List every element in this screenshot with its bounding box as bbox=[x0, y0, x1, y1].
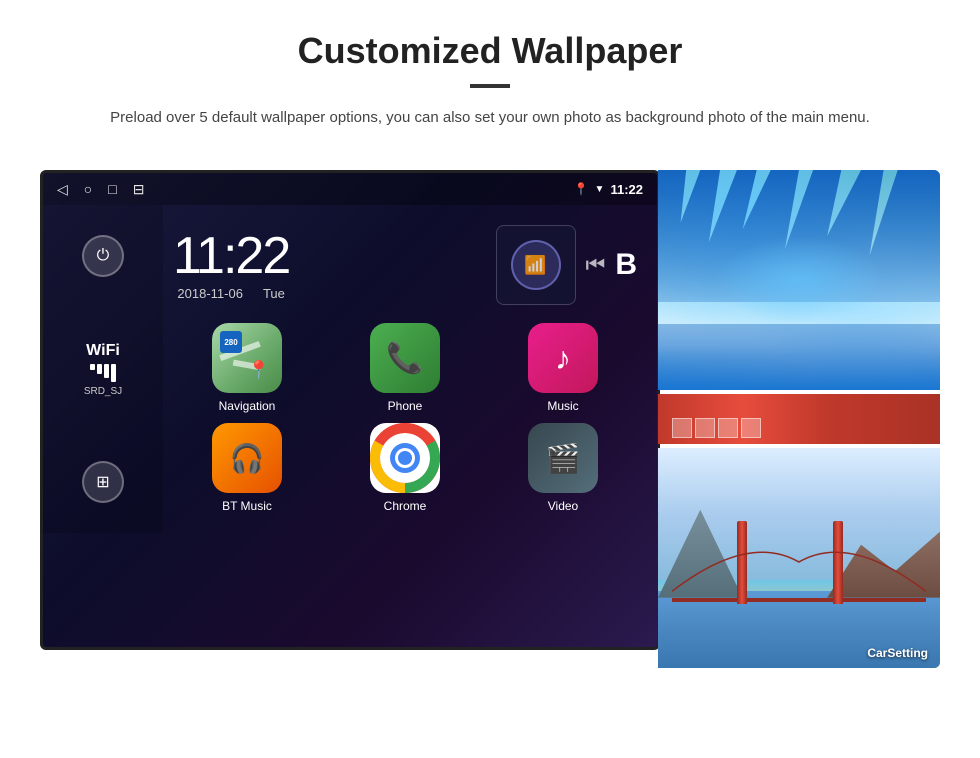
location-icon: 📍 bbox=[574, 182, 589, 196]
content-area: ◁ ○ □ ⊟ 📍 ▼ 11:22 ⏻ bbox=[0, 150, 980, 688]
nav-icons: ◁ ○ □ ⊟ bbox=[57, 181, 144, 198]
wifi-status-icon: ▼ bbox=[595, 184, 605, 195]
chrome-app-label: Chrome bbox=[384, 499, 427, 513]
page-description: Preload over 5 default wallpaper options… bbox=[110, 106, 870, 130]
media-controls: 📶 ⏮ B bbox=[496, 225, 637, 305]
music-app-icon[interactable]: ♪ bbox=[528, 323, 598, 393]
wifi-bar-2 bbox=[97, 364, 102, 374]
phone-app-label: Phone bbox=[388, 399, 423, 413]
app-item-music[interactable]: ♪ Music bbox=[489, 323, 637, 413]
app-item-bt-music[interactable]: 🎧 BT Music bbox=[173, 423, 321, 513]
home-nav-icon[interactable]: ○ bbox=[84, 181, 92, 197]
clock-date-value: 2018-11-06 bbox=[177, 286, 243, 301]
status-right: 📍 ▼ 11:22 bbox=[574, 182, 643, 197]
ice-glow bbox=[714, 236, 883, 324]
mid-boxes-row bbox=[668, 414, 765, 442]
wifi-ssid: SRD_SJ bbox=[84, 386, 122, 397]
media-icon-box: 📶 bbox=[496, 225, 576, 305]
wifi-bars-container bbox=[84, 364, 122, 382]
clock-area: 11:22 2018-11-06 Tue 📶 bbox=[163, 215, 647, 315]
clapboard-icon: 🎬 bbox=[546, 442, 581, 475]
clock-date-display: 2018-11-06 Tue bbox=[173, 286, 289, 301]
nav-map-bg: 280 📍 bbox=[212, 323, 282, 393]
wallpaper-ice-cave[interactable] bbox=[658, 170, 940, 390]
wallpaper-bridge[interactable]: CarSetting bbox=[658, 448, 940, 668]
status-time: 11:22 bbox=[610, 182, 643, 197]
app-item-chrome[interactable]: Chrome bbox=[331, 423, 479, 513]
wifi-info: WiFi SRD_SJ bbox=[84, 342, 122, 397]
device-screen: ◁ ○ □ ⊟ 📍 ▼ 11:22 ⏻ bbox=[40, 170, 660, 650]
wifi-bar-4 bbox=[111, 364, 116, 382]
wifi-label: WiFi bbox=[84, 342, 122, 360]
wifi-bar-3 bbox=[104, 364, 109, 378]
brand-letter-display: B bbox=[615, 248, 637, 282]
back-nav-icon[interactable]: ◁ bbox=[57, 181, 68, 198]
wifi-bar-1 bbox=[90, 364, 95, 370]
grid-icon: ⊞ bbox=[96, 472, 109, 492]
bt-music-app-icon[interactable]: 🎧 bbox=[212, 423, 282, 493]
power-icon: ⏻ bbox=[97, 247, 110, 265]
phone-icon: 📞 bbox=[386, 341, 423, 376]
app-item-phone[interactable]: 📞 Phone bbox=[331, 323, 479, 413]
signal-icon: 📶 bbox=[524, 255, 546, 276]
mid-box-3 bbox=[718, 418, 738, 438]
power-button[interactable]: ⏻ bbox=[82, 235, 124, 277]
nav-pin-icon: 📍 bbox=[248, 360, 270, 381]
bridge-visual bbox=[658, 448, 940, 668]
wallpaper-panels: CarSetting bbox=[658, 170, 940, 668]
music-app-label: Music bbox=[547, 399, 578, 413]
mid-visual bbox=[658, 394, 940, 444]
navigation-app-icon[interactable]: 280 📍 bbox=[212, 323, 282, 393]
media-signal-icon: 📶 bbox=[511, 240, 561, 290]
bluetooth-headphone-icon: 🎧 bbox=[230, 442, 265, 475]
title-divider bbox=[470, 84, 510, 88]
mid-box-2 bbox=[695, 418, 715, 438]
device-sidebar: ⏻ WiFi SRD_SJ ⊞ bbox=[43, 205, 163, 533]
clock-day-value: Tue bbox=[263, 286, 285, 301]
status-bar: ◁ ○ □ ⊟ 📍 ▼ 11:22 bbox=[43, 173, 657, 205]
video-app-label: Video bbox=[548, 499, 578, 513]
apps-grid-button[interactable]: ⊞ bbox=[82, 461, 124, 503]
nav-shield-badge: 280 bbox=[220, 331, 242, 353]
page-wrapper: Customized Wallpaper Preload over 5 defa… bbox=[0, 0, 980, 758]
recent-nav-icon[interactable]: □ bbox=[108, 181, 116, 197]
bt-music-app-label: BT Music bbox=[222, 499, 272, 513]
ice-floor bbox=[658, 324, 940, 390]
mid-box-4 bbox=[741, 418, 761, 438]
page-header: Customized Wallpaper Preload over 5 defa… bbox=[0, 0, 980, 150]
device-main: ⏻ WiFi SRD_SJ ⊞ bbox=[43, 205, 657, 533]
wallpaper-mid[interactable] bbox=[658, 394, 940, 444]
chrome-icon-svg bbox=[370, 423, 440, 493]
app-item-video[interactable]: 🎬 Video bbox=[489, 423, 637, 513]
navigation-app-label: Navigation bbox=[219, 399, 276, 413]
video-app-icon[interactable]: 🎬 bbox=[528, 423, 598, 493]
clock-info: 11:22 2018-11-06 Tue bbox=[173, 230, 289, 301]
bridge-cables-svg bbox=[672, 518, 926, 606]
device-center: 11:22 2018-11-06 Tue 📶 bbox=[163, 205, 657, 533]
app-item-navigation[interactable]: 280 📍 Navigation bbox=[173, 323, 321, 413]
chrome-app-icon[interactable] bbox=[370, 423, 440, 493]
phone-app-icon[interactable]: 📞 bbox=[370, 323, 440, 393]
app-grid: 280 📍 Navigation 📞 Phone bbox=[163, 323, 647, 523]
prev-track-icon[interactable]: ⏮ bbox=[586, 252, 606, 278]
screenshot-nav-icon[interactable]: ⊟ bbox=[133, 181, 145, 198]
music-note-icon: ♪ bbox=[555, 340, 571, 377]
clock-time-display: 11:22 bbox=[173, 230, 289, 282]
ice-cave-visual bbox=[658, 170, 940, 390]
mid-box-1 bbox=[672, 418, 692, 438]
car-setting-label: CarSetting bbox=[867, 646, 928, 660]
page-title: Customized Wallpaper bbox=[60, 30, 920, 72]
